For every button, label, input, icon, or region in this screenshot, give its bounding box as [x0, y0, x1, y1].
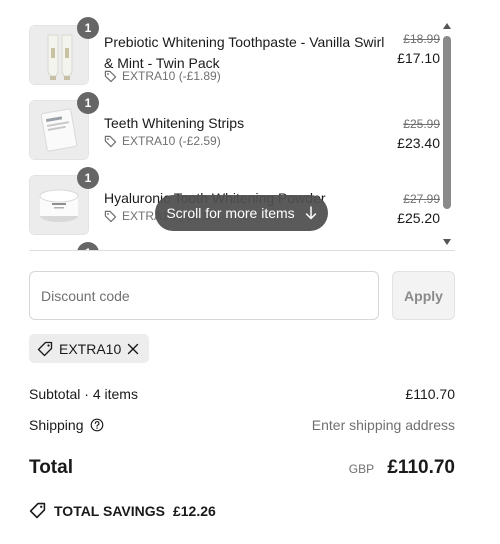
discount-tag-icon	[104, 210, 117, 222]
cart-items-list[interactable]: 1 Prebiotic Whitening Toothpaste - Vanil…	[0, 0, 500, 251]
product-thumbnail: 1	[29, 92, 99, 160]
shipping-row: Shipping Enter shipping address	[29, 417, 455, 433]
discount-tag-icon	[104, 70, 117, 82]
scroll-down-arrow-icon[interactable]	[443, 239, 451, 245]
product-thumbnail: 1	[29, 17, 99, 85]
total-label: Total	[29, 457, 73, 478]
product-name: Teeth Whitening Strips	[104, 115, 245, 131]
discount-tag-icon	[37, 341, 53, 356]
items-scrollbar[interactable]	[441, 20, 453, 246]
subtotal-value: £110.70	[405, 386, 455, 402]
scroll-up-arrow-icon[interactable]	[443, 23, 451, 29]
final-price: £17.10	[397, 50, 440, 66]
product-name: Prebiotic Whitening Toothpaste - Vanilla…	[104, 34, 385, 71]
final-price: £25.20	[397, 210, 440, 226]
total-row: Total GBP £110.70	[29, 457, 455, 479]
apply-discount-button[interactable]: Apply	[392, 271, 455, 320]
subtotal-row: Subtotal · 4 items £110.70	[29, 386, 455, 402]
final-price: £23.40	[397, 135, 440, 151]
quantity-badge: 1	[77, 167, 99, 189]
shipping-label: Shipping	[29, 417, 84, 433]
scroll-for-more-button[interactable]: Scroll for more items	[155, 195, 328, 231]
shipping-help-icon[interactable]	[90, 418, 104, 432]
product-thumbnail: 1	[29, 167, 99, 235]
subtotal-label: Subtotal · 4 items	[29, 386, 138, 402]
close-icon	[128, 343, 139, 354]
arrow-down-icon	[305, 206, 316, 220]
original-price: £18.99	[403, 32, 440, 46]
discount-allocation: EXTRA10 (-£1.89)	[104, 69, 221, 83]
quantity-badge: 1	[77, 92, 99, 114]
section-divider	[29, 250, 455, 251]
discount-allocation: EXTRA10 (-£2.59)	[104, 134, 221, 148]
applied-discount-code: EXTRA10	[59, 340, 122, 357]
savings-label: TOTAL SAVINGS	[54, 502, 165, 519]
cart-item: 1 Prebiotic Whitening Toothpaste - Vanil…	[29, 17, 455, 87]
savings-value: £12.26	[172, 502, 216, 519]
total-value: £110.70	[387, 457, 455, 478]
shipping-value: Enter shipping address	[311, 417, 455, 433]
discount-tag-icon	[104, 135, 117, 147]
original-price: £25.99	[403, 117, 440, 131]
discount-code-input[interactable]	[29, 271, 379, 320]
savings-tag-icon	[29, 502, 46, 519]
original-price: £27.99	[403, 192, 440, 206]
discount-text: EXTRA10 (-£1.89)	[122, 69, 221, 83]
quantity-badge: 1	[77, 17, 99, 39]
total-savings: TOTAL SAVINGS £12.26	[29, 502, 216, 519]
scrollbar-thumb[interactable]	[443, 36, 451, 209]
currency-code: GBP	[348, 462, 375, 476]
discount-text: EXTRA10 (-£2.59)	[122, 134, 221, 148]
cart-item: 1 Teeth Whitening Strips EXTRA10 (-£2.59…	[29, 92, 455, 162]
applied-discount-tag: EXTRA10	[29, 334, 150, 363]
scroll-hint-label: Scroll for more items	[166, 205, 295, 221]
remove-discount-button[interactable]	[127, 343, 139, 355]
